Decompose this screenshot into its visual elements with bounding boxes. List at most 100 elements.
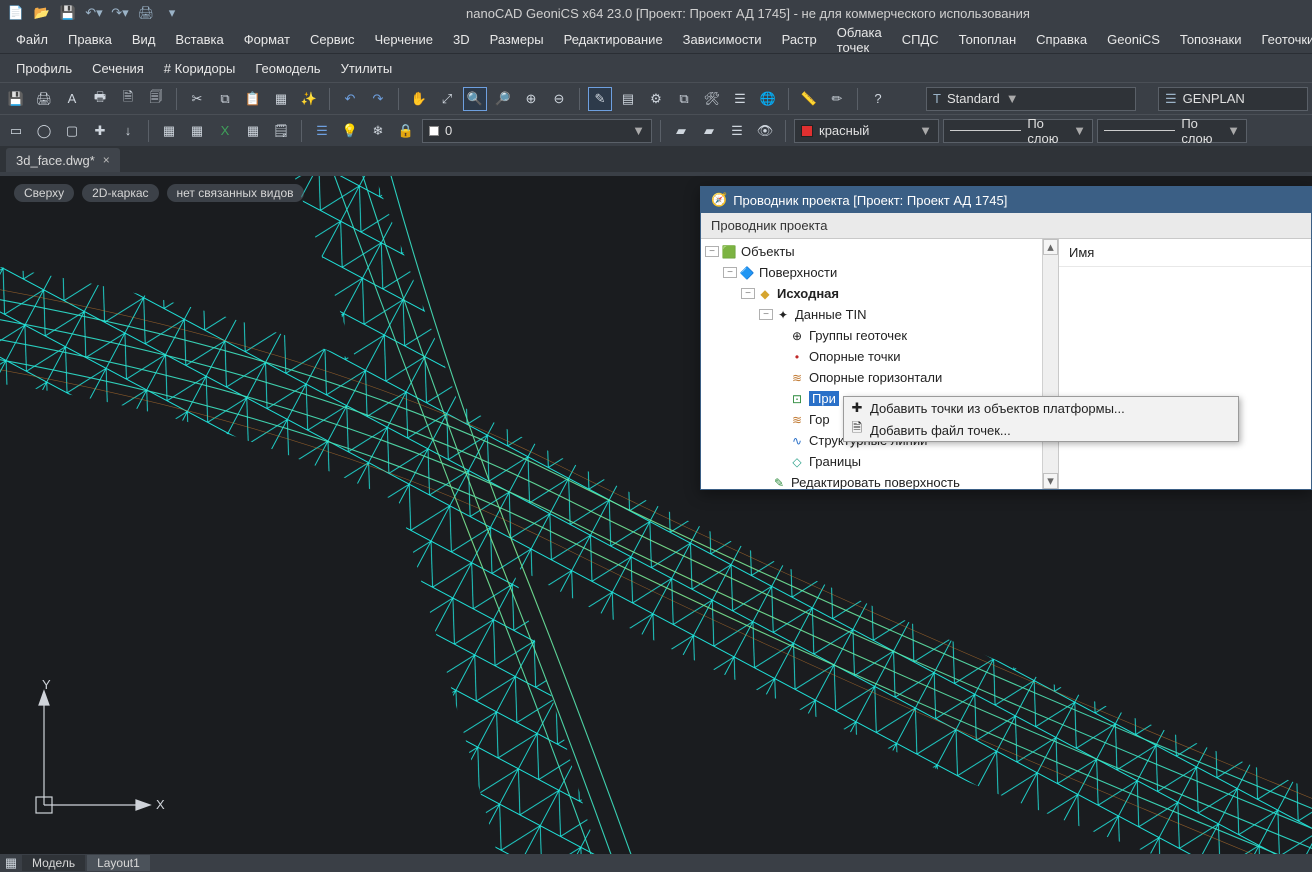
menu-geomodel[interactable]: Геомодель [245, 57, 330, 80]
menu-utilities[interactable]: Утилиты [331, 57, 403, 80]
menu-format[interactable]: Формат [234, 28, 300, 51]
arrow-down-icon[interactable]: ↓ [116, 119, 140, 143]
menu-raster[interactable]: Растр [772, 28, 827, 51]
table2-icon[interactable]: ▦ [185, 119, 209, 143]
add-node-icon[interactable]: ✚ [88, 119, 112, 143]
panel-title-bar[interactable]: 🧭 Проводник проекта [Проект: Проект АД 1… [701, 187, 1311, 213]
rect-select-icon[interactable]: ▭ [4, 119, 28, 143]
linetype-combo[interactable]: По слою ▼ [943, 119, 1093, 143]
tree-node-point-groups[interactable]: Группы геоточек [809, 328, 907, 343]
pan-icon[interactable]: ✋ [407, 87, 431, 111]
help-icon[interactable]: ? [866, 87, 890, 111]
tree-node-selected[interactable]: При [809, 391, 839, 406]
tree-node-surfaces[interactable]: Поверхности [759, 265, 837, 280]
menu-dimensions[interactable]: Размеры [480, 28, 554, 51]
tree-node-objects[interactable]: Объекты [741, 244, 795, 259]
gear-icon[interactable]: ⚙ [644, 87, 668, 111]
list-icon[interactable]: ☰ [728, 87, 752, 111]
close-icon[interactable]: × [103, 153, 110, 167]
tool1-icon[interactable]: ✎ [588, 87, 612, 111]
freeze-icon[interactable]: ❄ [366, 119, 390, 143]
menu-corridors[interactable]: # Коридоры [154, 57, 246, 80]
menu-view[interactable]: Вид [122, 28, 166, 51]
open-icon[interactable]: 📂 [30, 2, 54, 24]
tools-icon[interactable]: 🛠 [700, 87, 724, 111]
paste-icon[interactable]: 📋 [241, 87, 265, 111]
color-combo[interactable]: красный ▼ [794, 119, 939, 143]
undo-dropdown-icon[interactable]: ↶▾ [82, 2, 106, 24]
text-icon[interactable]: A [60, 87, 84, 111]
view-badge[interactable]: Сверху [14, 184, 74, 202]
text-style-combo[interactable]: T Standard ▼ [926, 87, 1136, 111]
print-icon[interactable]: 🖨 [134, 2, 158, 24]
menu-help[interactable]: Справка [1026, 28, 1097, 51]
box-icon[interactable]: ▢ [60, 119, 84, 143]
zoom-window-icon[interactable]: 🔍 [463, 87, 487, 111]
menu-sections[interactable]: Сечения [82, 57, 154, 80]
collapse-icon[interactable]: − [705, 246, 719, 257]
lineweight-combo[interactable]: По слою ▼ [1097, 119, 1247, 143]
note-icon[interactable]: 🗒 [269, 119, 293, 143]
zoom-in-icon[interactable]: ⊕ [519, 87, 543, 111]
qat-customize-icon[interactable]: ▾ [160, 2, 184, 24]
ellipse-icon[interactable]: ◯ [32, 119, 56, 143]
scroll-up-icon[interactable]: ▴ [1043, 239, 1058, 255]
undo-icon[interactable]: ↶ [338, 87, 362, 111]
copy-icon[interactable]: ⧉ [213, 87, 237, 111]
layers-icon[interactable]: ☰ [310, 119, 334, 143]
tree-node-boundaries[interactable]: Границы [809, 454, 861, 469]
menu-topoplan[interactable]: Топоплан [949, 28, 1026, 51]
clip-icon[interactable]: ⧉ [672, 87, 696, 111]
menu-draw[interactable]: Черчение [364, 28, 443, 51]
layers2-icon[interactable]: ☰ [725, 119, 749, 143]
menu-file[interactable]: Файл [6, 28, 58, 51]
bulb-icon[interactable]: 💡 [338, 119, 362, 143]
tree-scrollbar[interactable]: ▴ ▾ [1042, 239, 1058, 489]
grid-icon[interactable]: ▦ [269, 87, 293, 111]
publish-icon[interactable]: 🗎 [116, 87, 140, 111]
menu-pointclouds[interactable]: Облака точек [827, 21, 892, 59]
save-icon[interactable]: 💾 [4, 87, 28, 111]
layer-combo[interactable]: 0 ▼ [422, 119, 652, 143]
menu-modify[interactable]: Редактирование [554, 28, 673, 51]
layout-grid-icon[interactable]: ▦ [2, 855, 20, 871]
zoom-dynamic-icon[interactable]: 🔎 [491, 87, 515, 111]
menu-geonics[interactable]: GeoniCS [1097, 28, 1170, 51]
status-tab-model[interactable]: Модель [22, 855, 85, 871]
document-tab[interactable]: 3d_face.dwg* × [6, 148, 120, 172]
tree-node-horizon[interactable]: Гор [809, 412, 830, 427]
project-tree[interactable]: −🟩Объекты −🔷Поверхности −◆Исходная −✦Дан… [701, 239, 1058, 489]
table3-icon[interactable]: ▦ [241, 119, 265, 143]
plot-preview-icon[interactable]: 🖶 [88, 87, 112, 111]
tool-page-icon[interactable]: ▤ [616, 87, 640, 111]
layer-style-combo[interactable]: ☰ GENPLAN [1158, 87, 1308, 111]
hatch1-icon[interactable]: ▰ [669, 119, 693, 143]
table1-icon[interactable]: ▦ [157, 119, 181, 143]
view-badge[interactable]: 2D-каркас [82, 184, 158, 202]
menu-spds[interactable]: СПДС [892, 28, 949, 51]
excel-icon[interactable]: X [213, 119, 237, 143]
new-icon[interactable]: 📄 [4, 2, 28, 24]
menu-profile[interactable]: Профиль [6, 57, 82, 80]
ctx-add-points-from-objects[interactable]: ✚ Добавить точки из объектов платформы..… [844, 397, 1238, 419]
cut-icon[interactable]: ✂ [185, 87, 209, 111]
match-icon[interactable]: ✨ [297, 87, 321, 111]
status-tab-layout1[interactable]: Layout1 [87, 855, 150, 871]
print-icon[interactable]: 🖨 [32, 87, 56, 111]
eye-icon[interactable]: 👁 [753, 119, 777, 143]
collapse-icon[interactable]: − [741, 288, 755, 299]
scroll-down-icon[interactable]: ▾ [1043, 473, 1058, 489]
hatch2-icon[interactable]: ▰ [697, 119, 721, 143]
globe-icon[interactable]: 🌐 [756, 87, 780, 111]
menu-service[interactable]: Сервис [300, 28, 365, 51]
zoom-extents-icon[interactable]: ⤢ [435, 87, 459, 111]
save-icon[interactable]: 💾 [56, 2, 80, 24]
redo-dropdown-icon[interactable]: ↷▾ [108, 2, 132, 24]
view-badge[interactable]: нет связанных видов [167, 184, 304, 202]
tree-node-ref-contours[interactable]: Опорные горизонтали [809, 370, 942, 385]
menu-edit[interactable]: Правка [58, 28, 122, 51]
collapse-icon[interactable]: − [759, 309, 773, 320]
tree-node-ref-points[interactable]: Опорные точки [809, 349, 900, 364]
tree-node-edit-surface[interactable]: Редактировать поверхность [791, 475, 960, 489]
lock-icon[interactable]: 🔒 [394, 119, 418, 143]
